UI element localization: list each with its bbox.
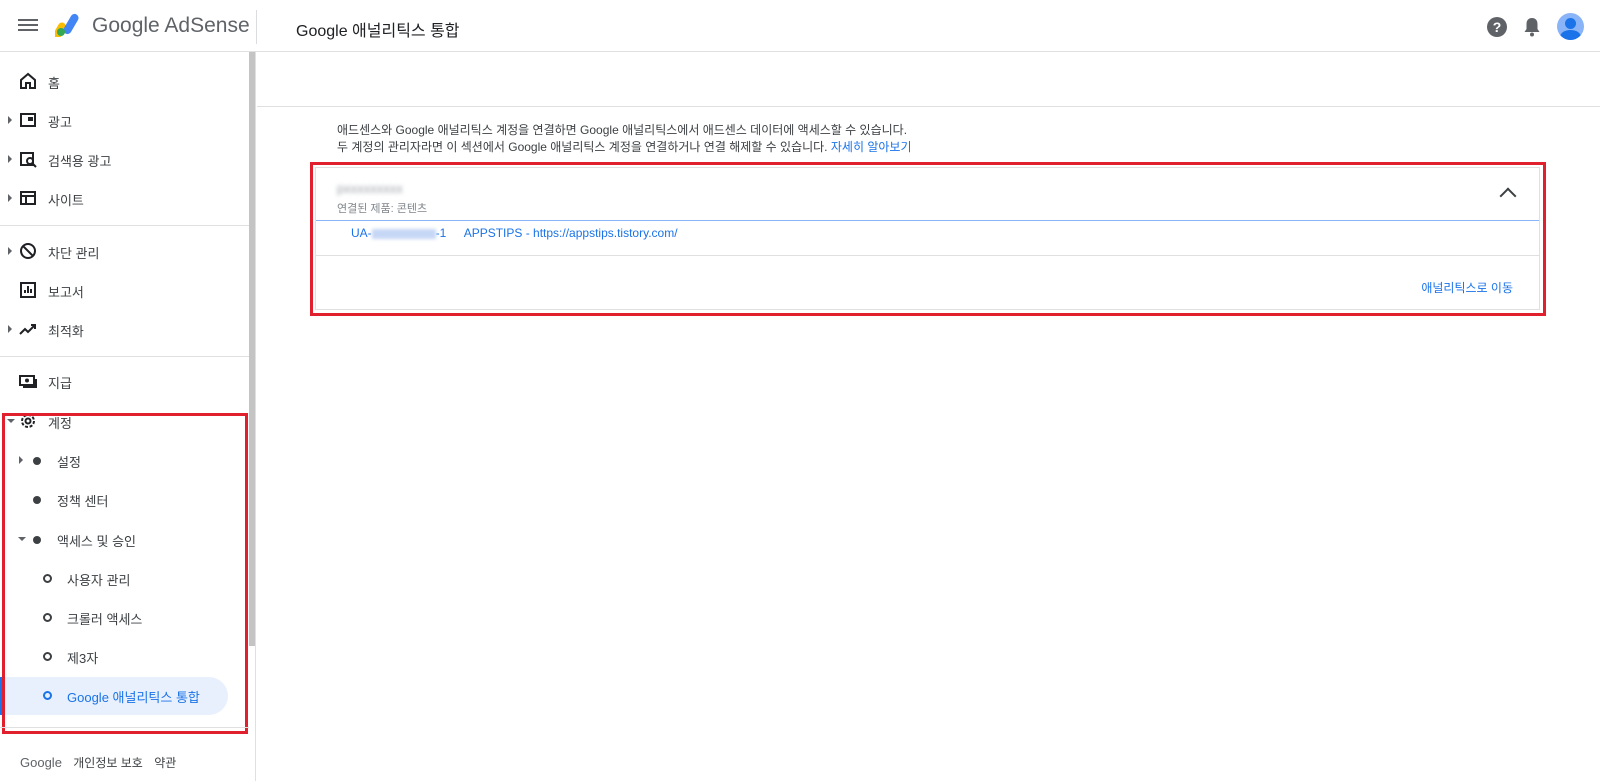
sidebar-item-third-party[interactable]: 제3자 [0, 636, 249, 676]
top-app-bar: Google AdSense Google 애널리틱스 통합 ? [0, 0, 1600, 52]
integration-description: 애드센스와 Google 애널리틱스 계정을 연결하면 Google 애널리틱스… [337, 123, 912, 154]
notifications-icon[interactable] [1522, 16, 1542, 38]
sidebar-item-reports[interactable]: 보고서 [0, 270, 249, 310]
sidebar-item-policy-center[interactable]: 정책 센터 [0, 479, 249, 519]
bullet-icon [33, 536, 41, 544]
sidebar-item-optimization[interactable]: 최적화 [0, 309, 249, 349]
sidebar-item-analytics-integration[interactable]: Google 애널리틱스 통합 [0, 675, 249, 715]
adsense-logo [55, 13, 79, 37]
block-icon [20, 243, 36, 259]
header-divider [256, 10, 257, 44]
terms-link[interactable]: 약관 [154, 756, 176, 770]
sidebar-item-ads[interactable]: 광고 [0, 100, 249, 140]
sidebar-item-crawler-access[interactable]: 크롤러 액세스 [0, 597, 249, 637]
sidebar-item-user-management[interactable]: 사용자 관리 [0, 558, 249, 598]
sidebar-item-settings[interactable]: 설정 [0, 440, 249, 480]
sidebar-item-home[interactable]: 홈 [0, 61, 249, 101]
footer-google-logo: Google [20, 755, 62, 770]
expand-arrow-icon [8, 247, 12, 255]
sidebar-divider [0, 225, 249, 226]
chevron-up-icon[interactable] [1499, 187, 1517, 205]
expand-arrow-icon [8, 155, 12, 163]
sidebar-item-blocking[interactable]: 차단 관리 [0, 231, 249, 271]
account-name: pxxxxxxxxx [337, 181, 403, 196]
avatar[interactable] [1557, 13, 1584, 40]
privacy-link[interactable]: 개인정보 보호 [73, 756, 143, 770]
redacted-id [371, 228, 436, 239]
sidebar-item-payments[interactable]: 지급 [0, 361, 249, 401]
learn-more-link[interactable]: 자세히 알아보기 [831, 140, 912, 154]
ads-icon [20, 113, 36, 127]
collapse-arrow-icon [18, 537, 26, 541]
bullet-icon [33, 496, 41, 504]
search-ads-icon [20, 152, 37, 168]
analytics-account-card: pxxxxxxxxx 연결된 제품: 콘텐츠 UA- -1 APPSTIPS - … [315, 167, 1540, 310]
ring-bullet-icon [43, 652, 52, 661]
card-divider [316, 255, 1539, 256]
ring-bullet-icon [43, 574, 52, 583]
account-card-header[interactable]: pxxxxxxxxx 연결된 제품: 콘텐츠 [316, 168, 1539, 221]
menu-icon[interactable] [18, 16, 38, 36]
sidebar: 홈 광고 검색용 광고 사이트 차단 관리 보고서 최적화 지급 계정 설정 정… [0, 52, 256, 781]
property-row[interactable]: UA- -1 APPSTIPS - https://appstips.tistor… [351, 226, 678, 240]
go-to-analytics-link[interactable]: 애널리틱스로 이동 [1421, 279, 1513, 296]
property-name: APPSTIPS - https://appstips.tistory.com/ [463, 226, 678, 240]
ring-bullet-icon [43, 691, 52, 700]
sites-icon [20, 191, 36, 205]
collapse-arrow-icon [7, 419, 15, 423]
sidebar-footer: Google 개인정보 보호 약관 [20, 754, 184, 771]
expand-arrow-icon [8, 194, 12, 202]
gear-icon [21, 414, 35, 428]
content-divider [257, 106, 1600, 107]
expand-arrow-icon [8, 116, 12, 124]
sidebar-item-account[interactable]: 계정 [0, 401, 249, 441]
active-indicator [0, 677, 4, 715]
expand-arrow-icon [19, 456, 23, 464]
payments-icon [19, 375, 37, 388]
home-icon [20, 72, 36, 89]
expand-arrow-icon [8, 325, 12, 333]
ring-bullet-icon [43, 613, 52, 622]
linked-product: 연결된 제품: 콘텐츠 [337, 203, 428, 215]
sidebar-item-search-ads[interactable]: 검색용 광고 [0, 139, 249, 179]
sidebar-divider [0, 727, 249, 728]
sidebar-item-access-authorization[interactable]: 액세스 및 승인 [0, 519, 249, 559]
sidebar-item-sites[interactable]: 사이트 [0, 178, 249, 218]
sidebar-divider [0, 356, 249, 357]
reports-icon [20, 282, 36, 298]
brand-title: Google AdSense [92, 14, 250, 37]
bullet-icon [33, 457, 41, 465]
help-icon[interactable]: ? [1487, 17, 1507, 37]
page-title: Google 애널리틱스 통합 [296, 23, 460, 40]
sidebar-scrollbar[interactable] [249, 52, 255, 646]
optimization-icon [19, 324, 36, 335]
